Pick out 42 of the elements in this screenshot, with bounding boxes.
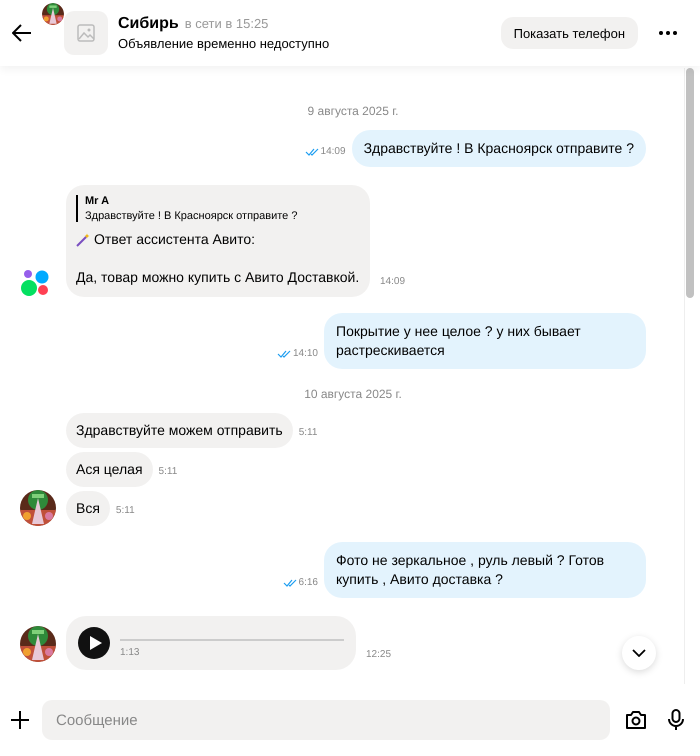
microphone-icon	[668, 709, 684, 731]
assistant-logo-icon	[20, 269, 50, 297]
listing-thumbnail[interactable]	[64, 11, 108, 55]
magic-wand-icon	[76, 232, 90, 246]
assistant-title: Ответ ассистента Авито:	[94, 230, 256, 249]
quoted-text: Здравствуйте ! В Красноярск отправите ?	[85, 210, 298, 222]
date-separator: 10 августа 2025 г.	[303, 387, 402, 401]
outgoing-message: Фото не зеркальное , руль левый ? Готов купить , Авито доставка ?	[324, 542, 646, 598]
message-time: 14:09	[320, 146, 346, 157]
message-time: 5:11	[158, 466, 178, 477]
chevron-down-icon	[632, 649, 646, 657]
back-arrow-icon	[12, 24, 32, 42]
quote-author: Mr A	[85, 195, 110, 207]
incoming-message: Вся	[66, 491, 110, 526]
message-time: 14:09	[380, 276, 406, 287]
message-time: 14:10	[292, 348, 318, 359]
listing-status: Объявление временно недоступно	[118, 36, 330, 51]
assistant-answer: Да, товар можно купить с Авито Доставкой.	[76, 268, 360, 287]
more-icon	[659, 31, 677, 35]
add-button[interactable]	[10, 710, 30, 730]
outgoing-message: Покрытие у нее целое ? у них бывает растрескивается	[324, 313, 646, 369]
message-time: 5:11	[116, 505, 135, 516]
scroll-down-button[interactable]	[622, 636, 656, 670]
online-status: в сети в 15:25	[184, 16, 268, 31]
plus-icon	[11, 711, 29, 729]
audio-duration: 1:13	[120, 646, 140, 658]
incoming-message: Ася целая	[66, 452, 153, 487]
scrollbar-thumb[interactable]	[686, 68, 694, 298]
message-time: 12:25	[366, 649, 392, 660]
back-button[interactable]	[12, 24, 32, 42]
play-icon	[90, 636, 102, 650]
message-input[interactable]: Сообщение	[42, 700, 610, 740]
incoming-message: Здравствуйте можем отправить	[66, 413, 293, 448]
outgoing-message: Здравствуйте ! В Красноярск отправите ?	[352, 130, 646, 167]
contact-name: Сибирь	[118, 15, 179, 33]
play-button[interactable]	[78, 627, 110, 659]
show-phone-button[interactable]: Показать телефон	[500, 17, 638, 49]
date-separator: 9 августа 2025 г.	[306, 104, 398, 118]
message-time: 6:16	[298, 577, 318, 588]
camera-icon	[625, 711, 647, 729]
image-placeholder-icon	[77, 24, 95, 42]
message-time: 5:11	[298, 427, 318, 438]
